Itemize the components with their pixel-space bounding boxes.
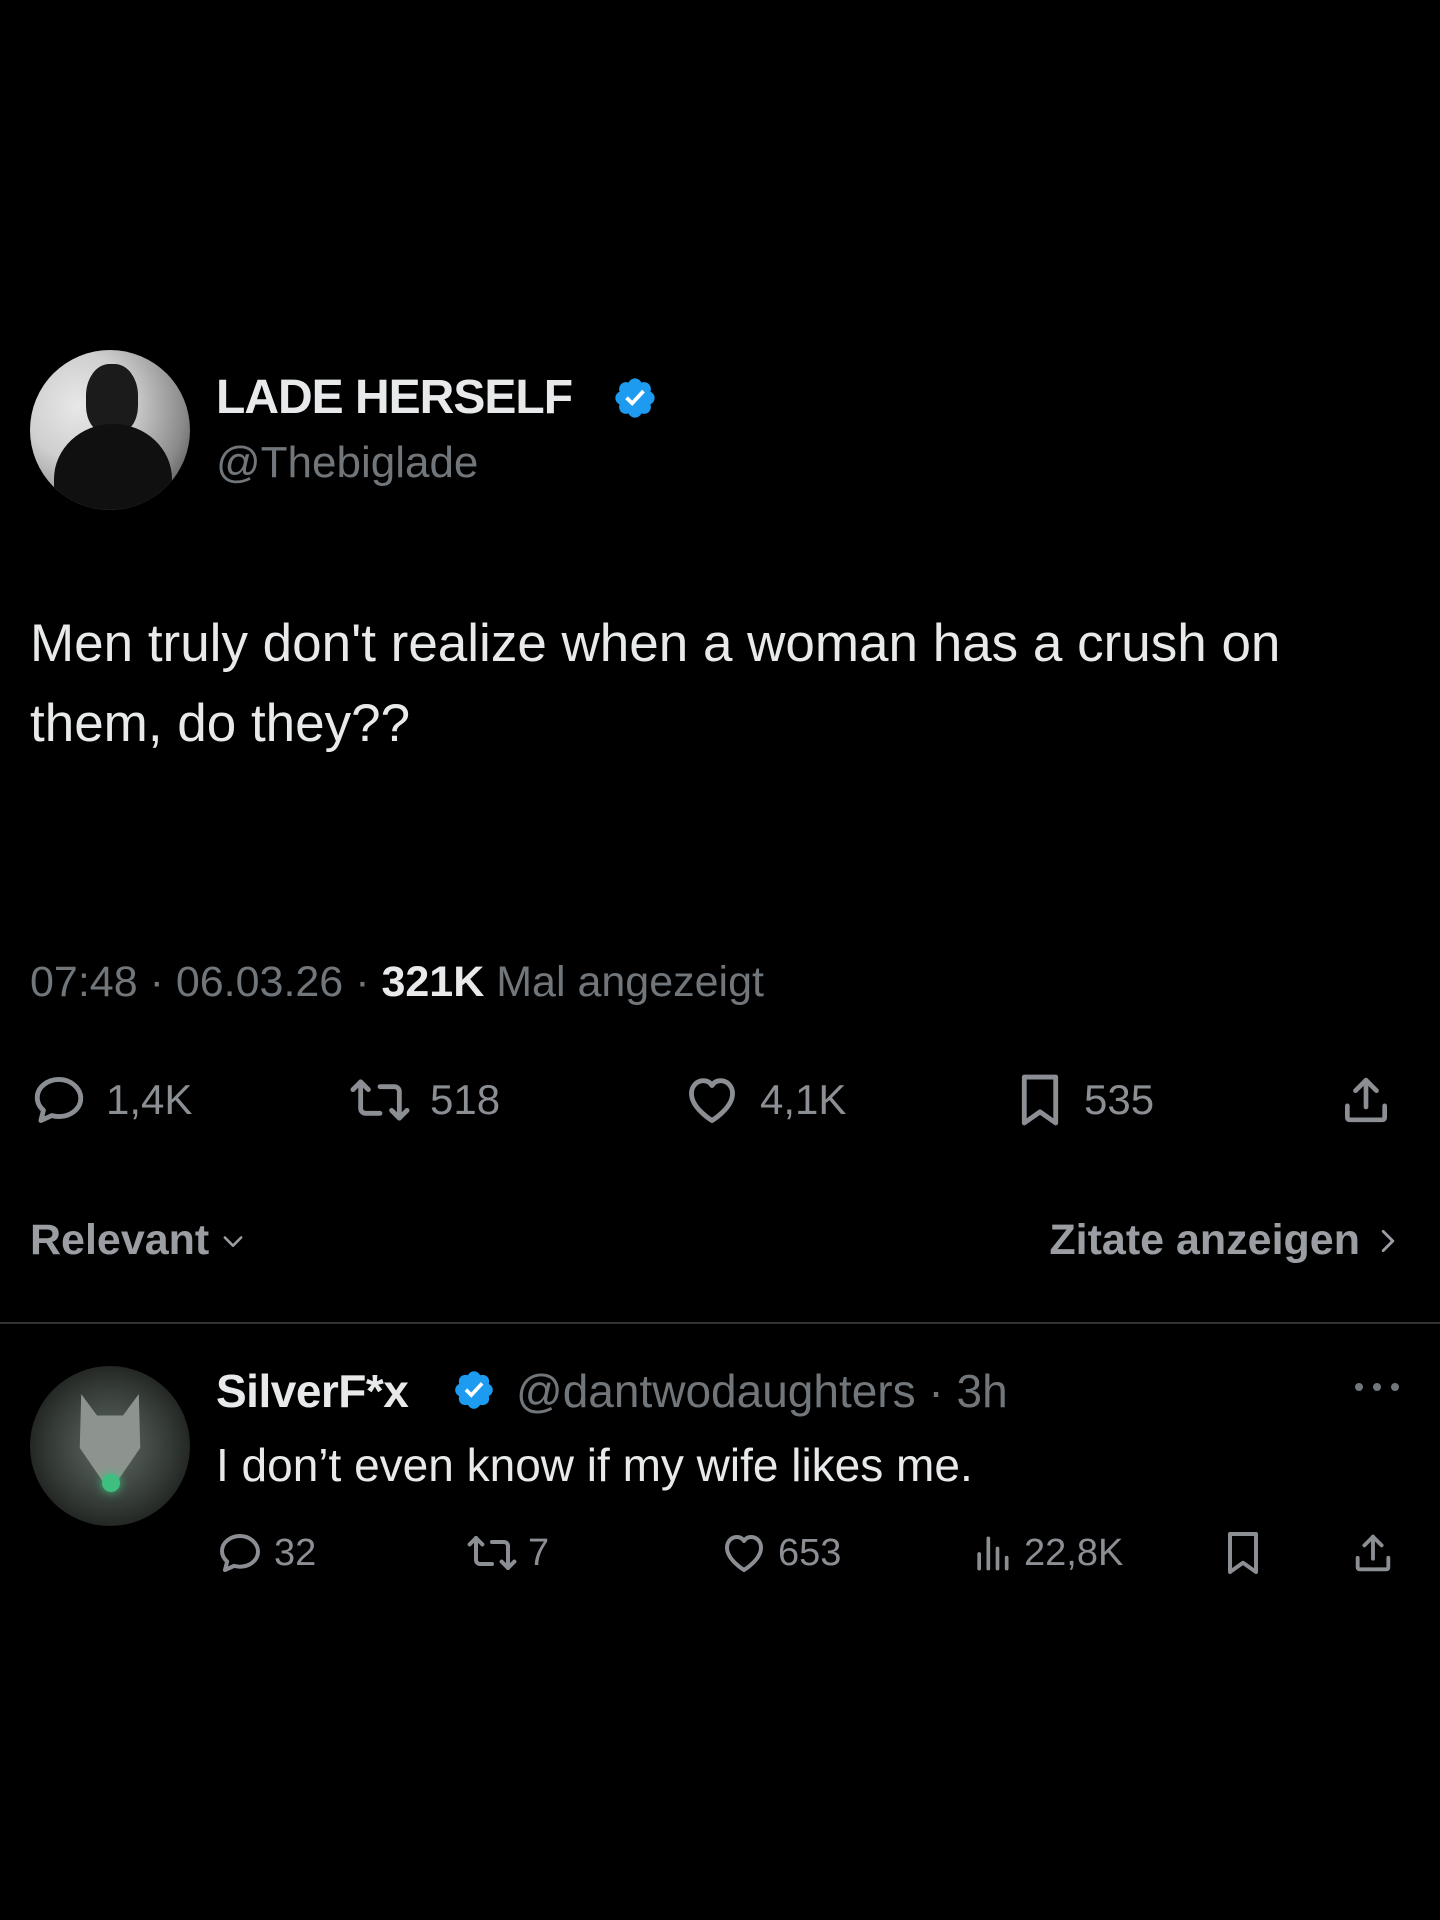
share-icon (1345, 1077, 1387, 1123)
sort-dropdown[interactable]: Relevant (30, 1216, 247, 1265)
like-count: 4,1K (760, 1076, 847, 1123)
repost-button[interactable]: 518 (348, 1068, 500, 1132)
sort-label: Relevant (30, 1216, 210, 1264)
verified-badge-icon (455, 1371, 493, 1409)
reply-repost-count: 7 (528, 1531, 550, 1574)
quotes-label: Zitate anzeigen (1049, 1216, 1360, 1264)
repost-icon (467, 1536, 517, 1570)
views-count: 321K (381, 958, 485, 1006)
reply-repost-button[interactable]: 7 (466, 1526, 549, 1580)
view-quotes-link[interactable]: Zitate anzeigen (1049, 1216, 1400, 1265)
like-button[interactable]: 4,1K (682, 1068, 846, 1132)
share-icon (1355, 1534, 1391, 1572)
tweet-text: Men truly don't realize when a woman has… (30, 614, 1281, 753)
reply-like-button[interactable]: 653 (720, 1526, 841, 1580)
bookmark-button[interactable]: 535 (1014, 1068, 1154, 1132)
reply-text: I don’t even know if my wife likes me. (216, 1439, 973, 1491)
reply-count: 1,4K (106, 1076, 193, 1123)
reply-reply-button[interactable]: 32 (216, 1526, 316, 1580)
views-icon (977, 1536, 1009, 1571)
share-button[interactable] (1338, 1068, 1394, 1132)
reply-author-display-name[interactable]: SilverF*x (216, 1364, 409, 1418)
chevron-down-icon (223, 1235, 243, 1247)
bookmark-count: 535 (1084, 1076, 1155, 1123)
tweet-date: 06.03.26 (175, 958, 344, 1006)
reply-like-count: 653 (778, 1531, 842, 1574)
reply-author-avatar[interactable] (30, 1366, 190, 1526)
reply-button[interactable]: 1,4K (30, 1068, 192, 1132)
author-handle[interactable]: @Thebiglade (216, 438, 478, 488)
author-avatar[interactable] (30, 350, 190, 510)
bookmark-icon (1228, 1532, 1258, 1574)
more-icon[interactable] (1352, 1380, 1402, 1394)
reply-handle-and-time[interactable]: @dantwodaughters · 3h (516, 1364, 1008, 1418)
divider (0, 1322, 1440, 1324)
reply-views-count: 22,8K (1024, 1531, 1124, 1574)
meta-separator: · (355, 958, 370, 1006)
reply-icon (34, 1077, 84, 1123)
like-icon (689, 1078, 735, 1123)
reply-share-button[interactable] (1350, 1526, 1396, 1580)
reply-views-button[interactable]: 22,8K (970, 1526, 1123, 1580)
views-label: Mal angezeigt (496, 958, 764, 1006)
like-icon (725, 1535, 763, 1572)
reply-reply-count: 32 (274, 1531, 317, 1574)
tweet-time: 07:48 (30, 958, 138, 1006)
reply-icon (220, 1534, 260, 1572)
reply-bookmark-button[interactable] (1222, 1526, 1264, 1580)
author-display-name[interactable]: LADE HERSELF (216, 370, 573, 425)
chevron-right-icon (1381, 1229, 1395, 1252)
tweet-meta: 07:48 · 06.03.26 · 321K Mal angezeigt (30, 958, 764, 1007)
verified-badge-icon (615, 378, 655, 418)
repost-count: 518 (430, 1076, 501, 1123)
repost-icon (350, 1079, 410, 1121)
bookmark-icon (1021, 1074, 1059, 1126)
meta-separator: · (149, 958, 164, 1006)
